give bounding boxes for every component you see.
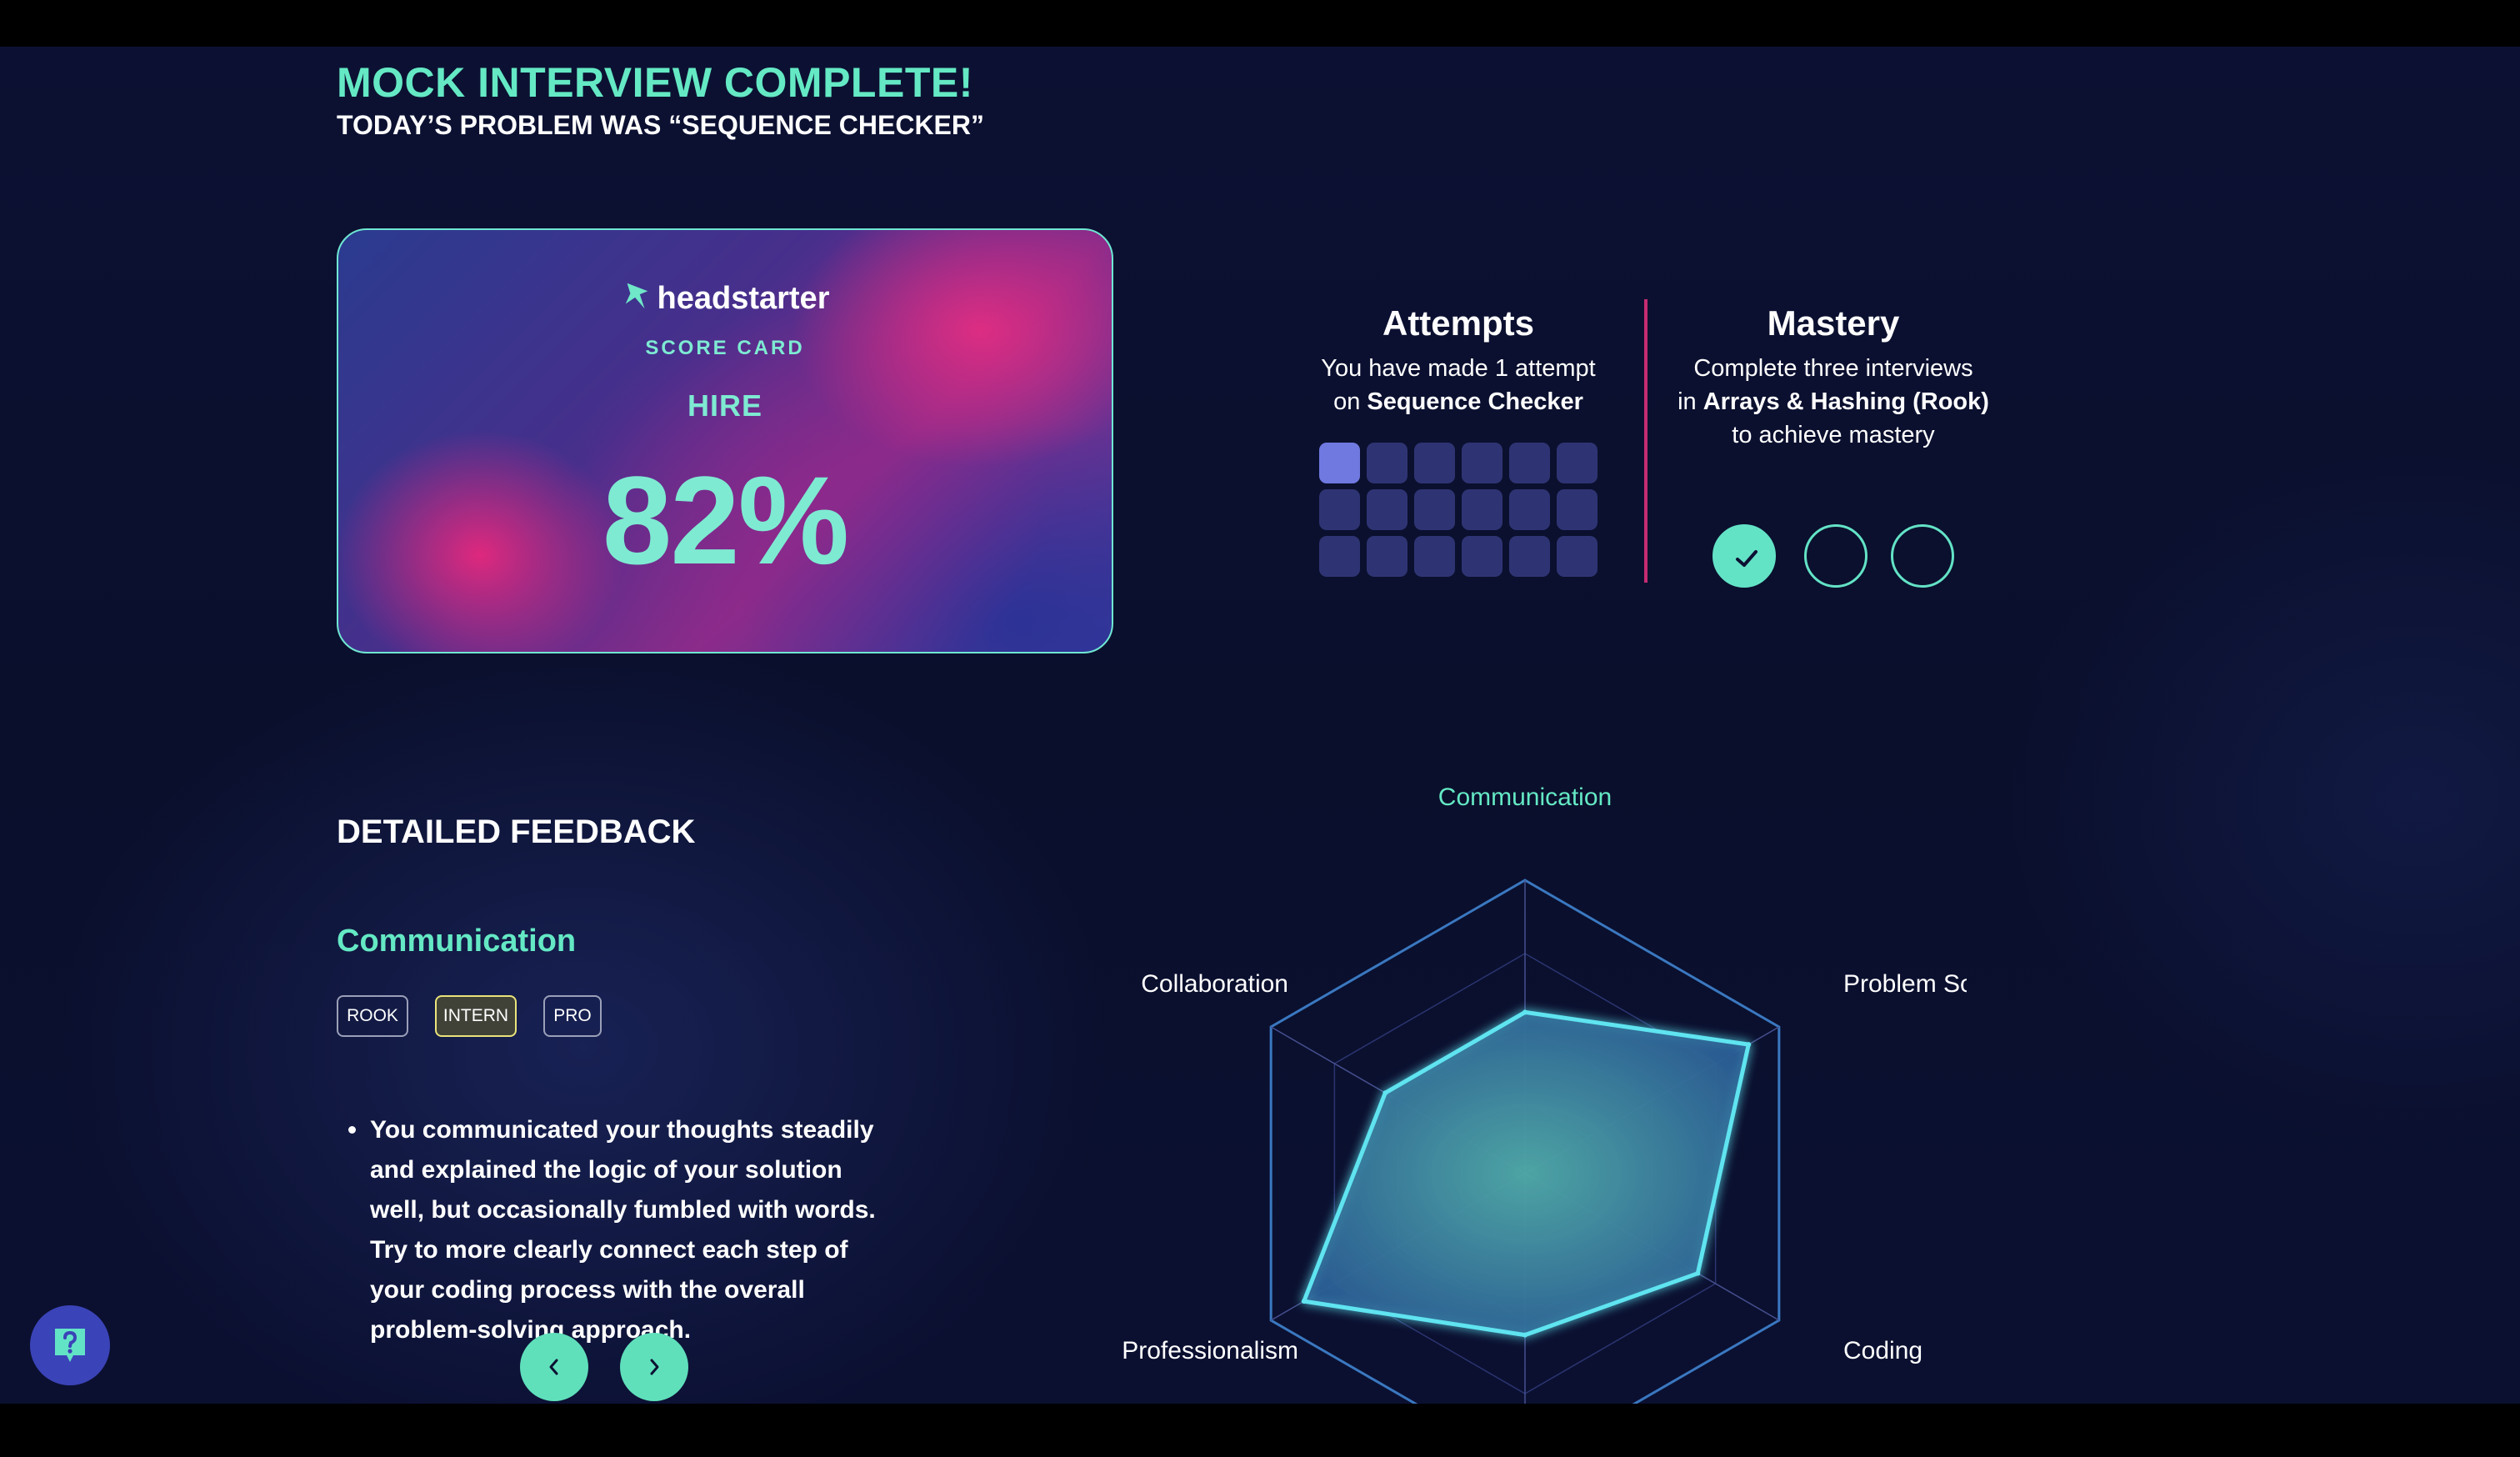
- mastery-prefix: in: [1678, 388, 1703, 415]
- feedback-text: You communicated your thoughts steadily …: [370, 1116, 876, 1344]
- radar-score-polygon: [1302, 1009, 1751, 1338]
- mastery-topic: Arrays & Hashing (Rook): [1702, 388, 1989, 415]
- radar-point-coding: [1695, 1270, 1701, 1276]
- next-button[interactable]: [620, 1333, 688, 1401]
- attempt-cell: [1319, 536, 1360, 577]
- attempt-cell: [1557, 443, 1598, 483]
- attempt-cell: [1509, 443, 1550, 483]
- attempts-panel: Attempts You have made 1 attempt on Sequ…: [1296, 302, 1621, 418]
- hire-verdict: HIRE: [687, 388, 762, 423]
- mastery-goal: to achieve mastery: [1732, 422, 1935, 448]
- attempt-cell: [1414, 536, 1455, 577]
- problem-name: Sequence Checker: [1367, 388, 1583, 415]
- section-divider: [1644, 299, 1648, 583]
- radar-label-problem-solving: Problem Solving: [1843, 970, 1967, 998]
- mastery-description: Complete three interviews in Arrays & Ha…: [1658, 352, 2008, 452]
- mastery-circle-complete: [1712, 524, 1776, 588]
- chevron-left-icon: [549, 1359, 558, 1375]
- radar-point-professionalism: [1301, 1299, 1307, 1304]
- score-card: headstarter SCORE CARD HIRE 82%: [337, 228, 1113, 653]
- attempt-cell: [1557, 536, 1598, 577]
- radar-label-communication: Communication: [1438, 784, 1612, 811]
- mastery-line: Complete three interviews: [1693, 355, 1973, 382]
- attempt-cell: [1319, 489, 1360, 530]
- attempts-description: You have made 1 attempt on Sequence Chec…: [1296, 352, 1621, 418]
- attempt-cell: [1462, 489, 1502, 530]
- results-page: MOCK INTERVIEW COMPLETE! TODAY’S PROBLEM…: [0, 47, 2520, 1404]
- headstarter-star-icon: [625, 283, 648, 309]
- mastery-panel: Mastery Complete three interviews in Arr…: [1658, 302, 2008, 452]
- attempt-cell: [1367, 443, 1408, 483]
- score-percentage: 82%: [602, 450, 849, 590]
- score-card-label: SCORE CARD: [645, 337, 805, 359]
- attempt-cell-filled: [1319, 443, 1360, 483]
- previous-button[interactable]: [520, 1333, 588, 1401]
- level-tag-intern[interactable]: INTERN: [435, 995, 517, 1037]
- attempts-title: Attempts: [1382, 303, 1534, 343]
- radar-label-coding: Coding: [1843, 1337, 1923, 1364]
- bullet-dot: [348, 1126, 356, 1134]
- brand-name: headstarter: [657, 281, 830, 316]
- radar-svg: [1269, 879, 1781, 1404]
- radar-point-problem-solving: [1746, 1042, 1752, 1048]
- check-icon: [1736, 550, 1758, 567]
- help-button[interactable]: [30, 1305, 110, 1385]
- attempt-cell: [1557, 489, 1598, 530]
- page-title: MOCK INTERVIEW COMPLETE!: [337, 59, 973, 106]
- attempt-cell: [1509, 536, 1550, 577]
- radar-point-communication: [1522, 1009, 1528, 1015]
- attempt-cell: [1414, 489, 1455, 530]
- skills-radar-chart: Communication Problem Solving Coding Profes…: [1083, 730, 1967, 1404]
- radar-label-professionalism: Professionalism: [1122, 1337, 1298, 1364]
- level-tag-pro[interactable]: PRO: [543, 995, 602, 1037]
- attempt-cell: [1509, 489, 1550, 530]
- mastery-circle-empty: [1891, 524, 1954, 588]
- mastery-title: Mastery: [1767, 303, 1900, 343]
- attempt-cell: [1367, 489, 1408, 530]
- attempts-line: You have made 1 attempt: [1321, 355, 1596, 382]
- radar-point-collaboration: [1382, 1090, 1388, 1096]
- attempt-cell: [1367, 536, 1408, 577]
- help-question-icon: [55, 1329, 85, 1362]
- mastery-progress: [1712, 524, 1962, 591]
- attempt-cell: [1462, 536, 1502, 577]
- attempts-prefix: on: [1333, 388, 1368, 415]
- radar-label-collaboration: Collaboration: [1141, 970, 1288, 998]
- level-tag-rook[interactable]: ROOK: [337, 995, 408, 1037]
- chevron-right-icon: [650, 1359, 659, 1375]
- attempt-cell: [1462, 443, 1502, 483]
- radar-point-technical-knowledge: [1522, 1332, 1528, 1338]
- brand-logo: headstarter: [338, 280, 1112, 317]
- attempt-cell: [1414, 443, 1455, 483]
- feedback-category: Communication: [337, 924, 577, 959]
- page-subtitle: TODAY’S PROBLEM WAS “SEQUENCE CHECKER”: [337, 110, 984, 140]
- mastery-circle-empty: [1804, 524, 1868, 588]
- feedback-title: DETAILED FEEDBACK: [337, 814, 696, 850]
- attempts-grid: [1319, 443, 1598, 577]
